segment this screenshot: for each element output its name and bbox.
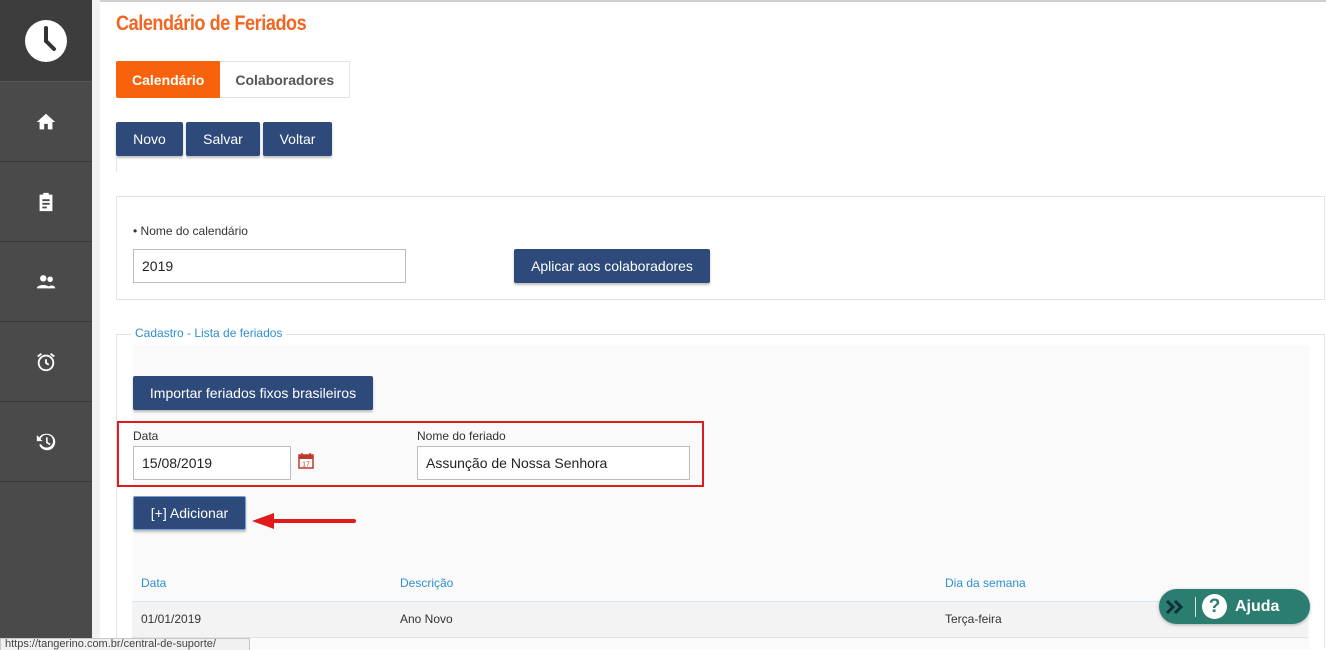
holiday-list-legend: Cadastro - Lista de feriados (131, 326, 287, 340)
table-row[interactable]: 01/01/2019 Ano Novo Terça-feira (132, 602, 1308, 638)
home-icon (36, 113, 56, 129)
column-header-description[interactable]: Descrição (400, 576, 453, 590)
page-title: Calendário de Feriados (116, 12, 307, 35)
double-chevron-right-icon (1159, 599, 1191, 614)
sidebar-item-alarms[interactable] (0, 322, 92, 402)
cell-weekday: Terça-feira (945, 612, 1002, 626)
column-header-weekday[interactable]: Dia da semana (945, 576, 1026, 590)
red-arrow-icon (252, 513, 356, 529)
alarm-icon (37, 352, 55, 371)
table-header: Data Descrição Dia da semana (132, 572, 1308, 602)
column-header-date[interactable]: Data (141, 576, 166, 590)
calendar-name-input[interactable]: 2019 (133, 249, 406, 283)
toolbar: Novo Salvar Voltar (116, 122, 332, 156)
main-content: Calendário de Feriados Calendário Colabo… (100, 0, 1326, 649)
calendar-name-label: • Nome do calendário (133, 224, 248, 238)
help-divider (1195, 596, 1196, 617)
tab-colaboradores[interactable]: Colaboradores (220, 61, 351, 98)
save-button[interactable]: Salvar (186, 122, 260, 156)
history-icon (36, 433, 56, 450)
clock-icon (25, 19, 67, 62)
highlight-box (117, 421, 704, 487)
toolbar-divider (116, 156, 117, 172)
calendar-name-panel: • Nome do calendário 2019 Aplicar aos co… (116, 196, 1325, 300)
clipboard-icon (39, 192, 53, 211)
help-button[interactable]: ? Ajuda (1159, 589, 1310, 624)
tab-bar: Calendário Colaboradores (116, 61, 351, 98)
back-button[interactable]: Voltar (263, 122, 332, 156)
people-icon (36, 274, 56, 288)
help-label: Ajuda (1235, 597, 1280, 615)
sidebar-item-collaborators[interactable] (0, 242, 92, 322)
status-url: https://tangerino.com.br/central-de-supo… (0, 638, 250, 650)
import-holidays-button[interactable]: Importar feriados fixos brasileiros (133, 376, 373, 410)
add-holiday-button[interactable]: [+] Adicionar (133, 496, 246, 530)
apply-to-collaborators-button[interactable]: Aplicar aos colaboradores (514, 249, 710, 283)
sidebar (0, 0, 92, 648)
tab-calendario[interactable]: Calendário (116, 61, 221, 98)
new-button[interactable]: Novo (116, 122, 183, 156)
logo[interactable] (0, 0, 92, 82)
sidebar-item-home[interactable] (0, 82, 92, 162)
sidebar-item-history[interactable] (0, 402, 92, 482)
sidebar-item-reports[interactable] (0, 162, 92, 242)
cell-date: 01/01/2019 (141, 612, 202, 626)
question-icon: ? (1202, 594, 1227, 619)
cell-description: Ano Novo (400, 612, 453, 626)
sidebar-gutter (92, 0, 100, 648)
